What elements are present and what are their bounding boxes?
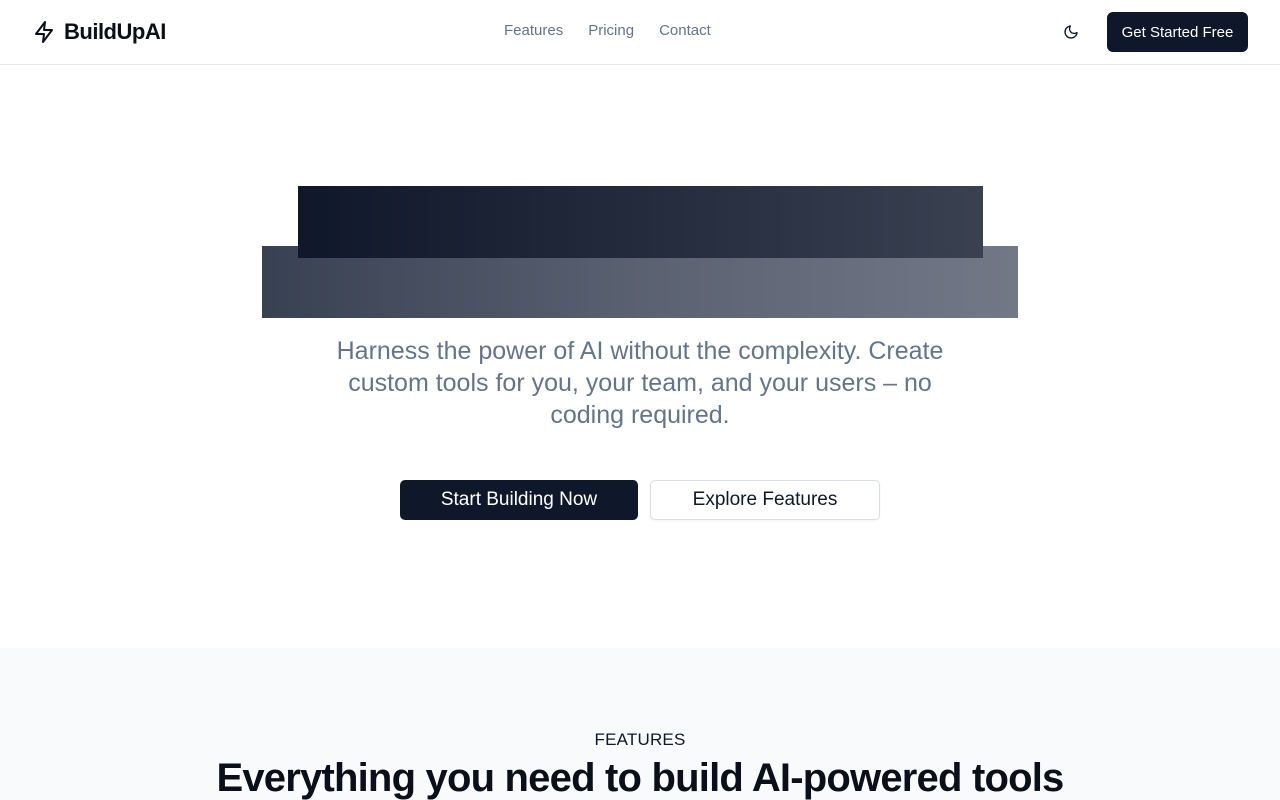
- nav-link-contact[interactable]: Contact: [659, 22, 711, 39]
- brand-logo-link[interactable]: BuildUpAI: [32, 18, 166, 46]
- brand-name: BuildUpAI: [64, 19, 166, 44]
- nav-link-features[interactable]: Features: [504, 22, 563, 39]
- primary-nav: Features Pricing Contact: [504, 22, 711, 39]
- top-navbar: BuildUpAI Features Pricing Contact Get S…: [0, 0, 1280, 65]
- get-started-button[interactable]: Get Started Free: [1107, 12, 1248, 52]
- moon-icon: [1064, 25, 1078, 39]
- theme-toggle-button[interactable]: [1058, 19, 1084, 45]
- hero-section: Harness the power of AI without the comp…: [0, 65, 1280, 648]
- features-section: FEATURES Everything you need to build AI…: [0, 648, 1280, 800]
- explore-features-button[interactable]: Explore Features: [650, 480, 880, 520]
- hero-heading-placeholder-bar-top: [298, 186, 983, 258]
- lightning-bolt-icon: [35, 21, 53, 43]
- features-eyebrow: FEATURES: [594, 730, 686, 749]
- start-building-button[interactable]: Start Building Now: [400, 480, 638, 520]
- features-title: Everything you need to build AI-powered …: [216, 756, 1064, 800]
- hero-subtitle: Harness the power of AI without the comp…: [336, 337, 944, 429]
- nav-link-pricing[interactable]: Pricing: [588, 22, 634, 39]
